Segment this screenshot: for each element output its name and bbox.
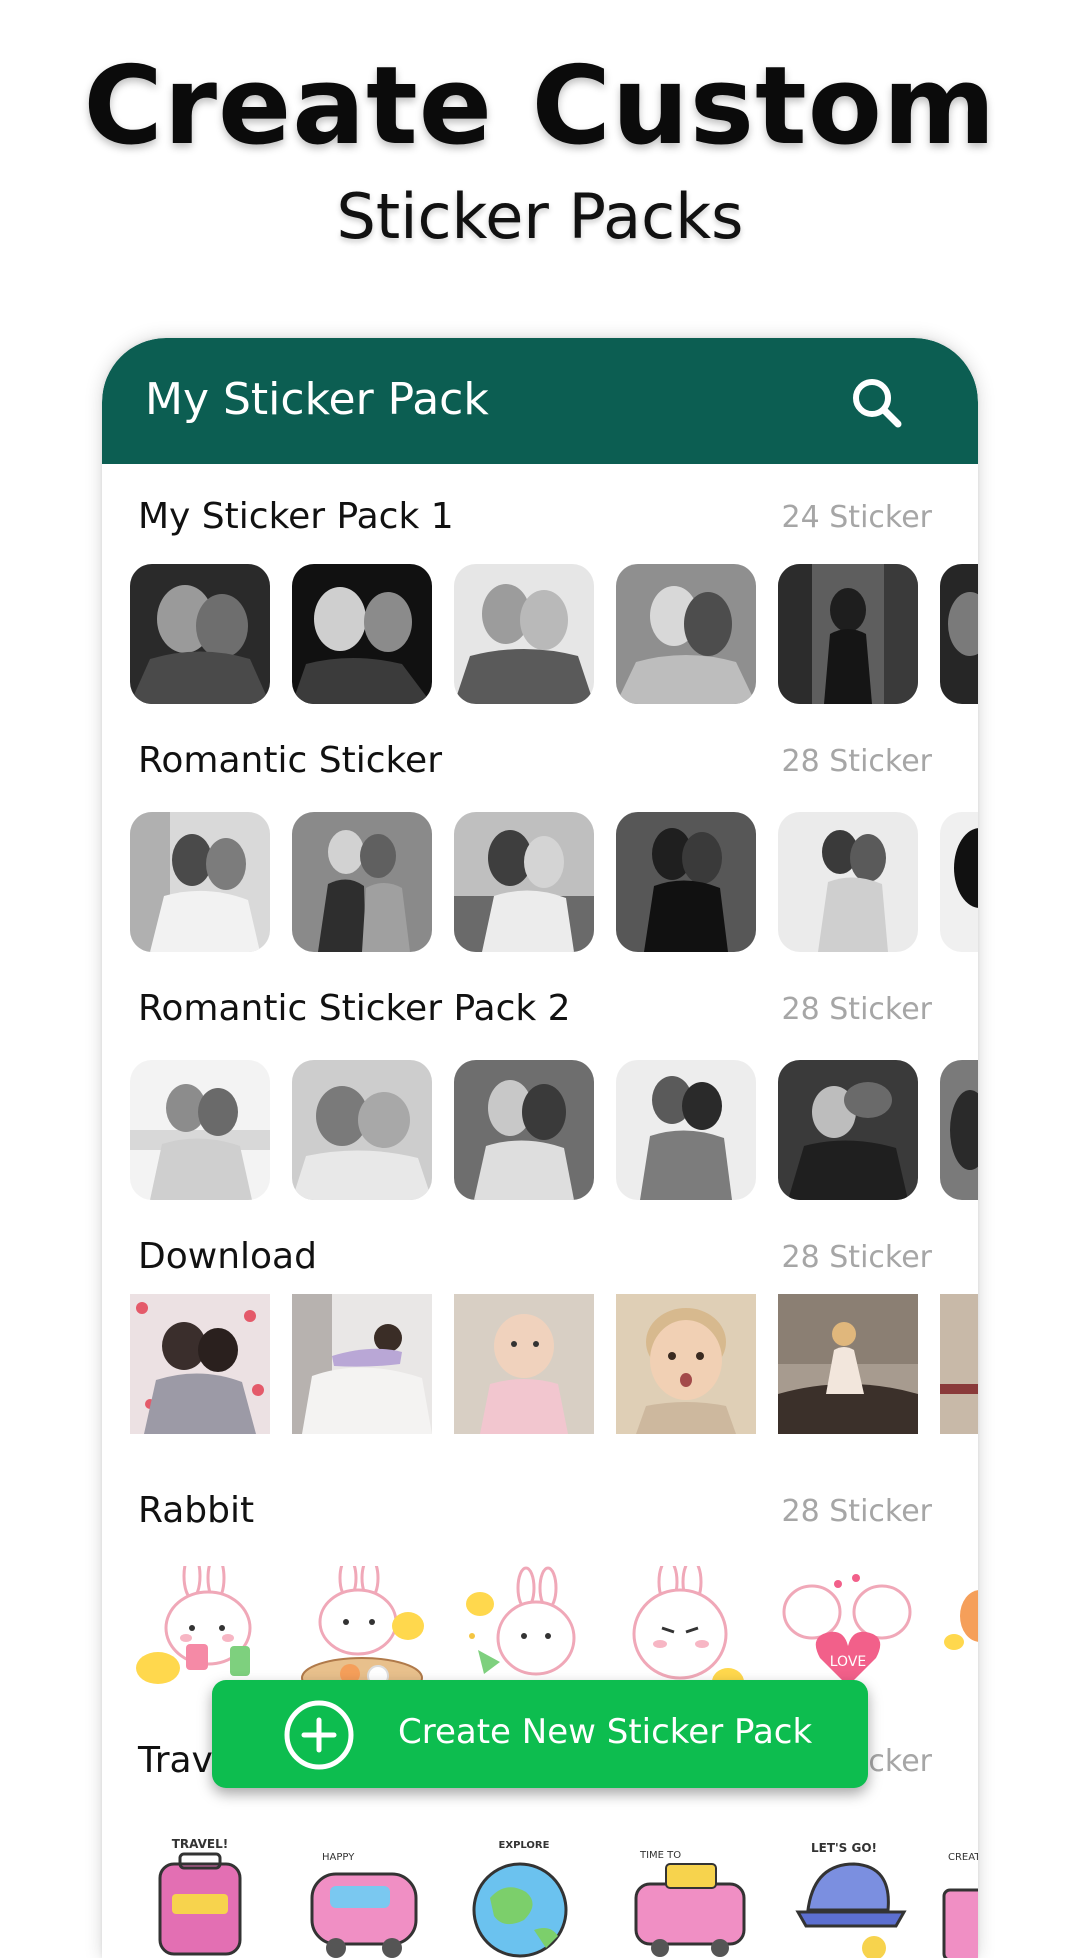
pack-thumbnails bbox=[126, 1060, 978, 1200]
svg-text:LOVE: LOVE bbox=[830, 1654, 867, 1670]
sticker-thumbnail[interactable] bbox=[940, 1060, 978, 1200]
sticker-thumbnail[interactable] bbox=[454, 1294, 594, 1434]
sticker-thumbnail[interactable]: LET'S GO! bbox=[778, 1830, 918, 1958]
app-bar-title: My Sticker Pack bbox=[145, 374, 489, 425]
pack-count: 28 Sticker bbox=[781, 1240, 932, 1275]
sticker-thumbnail[interactable]: EXPLORE bbox=[454, 1830, 594, 1958]
sticker-thumbnail[interactable] bbox=[454, 812, 594, 952]
sticker-thumbnail[interactable]: TIME TO bbox=[616, 1830, 756, 1958]
svg-text:LET'S GO!: LET'S GO! bbox=[811, 1841, 877, 1855]
sticker-thumbnail[interactable] bbox=[130, 1294, 270, 1434]
sticker-thumbnail[interactable] bbox=[292, 564, 432, 704]
pack-thumbnails: TRAVEL! HAPPY EXPLORE TIME TO LET'S GO! … bbox=[126, 1830, 978, 1958]
app-bar: My Sticker Pack bbox=[102, 338, 978, 464]
create-new-sticker-pack-button[interactable]: Create New Sticker Pack bbox=[212, 1680, 868, 1788]
sticker-thumbnail[interactable] bbox=[454, 1060, 594, 1200]
sticker-pack-3[interactable]: Romantic Sticker Pack 2 28 Sticker bbox=[102, 988, 978, 1200]
pack-title: Trav bbox=[138, 1740, 213, 1781]
sticker-thumbnail[interactable] bbox=[616, 1060, 756, 1200]
sticker-thumbnail[interactable] bbox=[778, 1060, 918, 1200]
sticker-thumbnail[interactable] bbox=[130, 812, 270, 952]
sticker-thumbnail[interactable] bbox=[616, 564, 756, 704]
pack-thumbnails bbox=[126, 812, 978, 952]
sticker-thumbnail[interactable] bbox=[130, 1060, 270, 1200]
sticker-thumbnail[interactable] bbox=[940, 812, 978, 952]
svg-text:TRAVEL!: TRAVEL! bbox=[172, 1837, 229, 1851]
svg-text:EXPLORE: EXPLORE bbox=[499, 1840, 550, 1851]
sticker-pack-4[interactable]: Download 28 Sticker bbox=[102, 1236, 978, 1436]
pack-count: 24 Sticker bbox=[781, 500, 932, 535]
sticker-thumbnail[interactable] bbox=[778, 564, 918, 704]
sticker-thumbnail[interactable] bbox=[130, 564, 270, 704]
pack-title: My Sticker Pack 1 bbox=[138, 496, 454, 537]
pack-count: 28 Sticker bbox=[781, 992, 932, 1027]
pack-thumbnails bbox=[126, 1294, 978, 1434]
sticker-thumbnail[interactable] bbox=[778, 1294, 918, 1434]
sticker-thumbnail[interactable] bbox=[940, 1294, 978, 1434]
sticker-thumbnail[interactable] bbox=[292, 1060, 432, 1200]
pack-thumbnails bbox=[126, 564, 978, 704]
add-circle-icon bbox=[282, 1698, 356, 1772]
pack-title: Rabbit bbox=[138, 1490, 255, 1531]
svg-text:CREATE: CREATE bbox=[948, 1852, 978, 1863]
create-new-sticker-pack-label: Create New Sticker Pack bbox=[398, 1712, 813, 1752]
sticker-thumbnail[interactable] bbox=[616, 1294, 756, 1434]
sticker-pack-2[interactable]: Romantic Sticker 28 Sticker bbox=[102, 740, 978, 952]
search-icon[interactable] bbox=[848, 374, 904, 430]
sticker-thumbnail[interactable] bbox=[940, 564, 978, 704]
sticker-thumbnail[interactable] bbox=[940, 1566, 978, 1706]
sticker-thumbnail[interactable]: HAPPY bbox=[292, 1830, 432, 1958]
pack-count: cker bbox=[868, 1744, 932, 1779]
hero-subtitle: Sticker Packs bbox=[336, 180, 744, 253]
sticker-thumbnail[interactable] bbox=[616, 812, 756, 952]
sticker-pack-1[interactable]: My Sticker Pack 1 24 Sticker bbox=[102, 496, 978, 704]
sticker-thumbnail[interactable] bbox=[292, 1294, 432, 1434]
svg-text:TIME TO: TIME TO bbox=[639, 1850, 681, 1861]
sticker-thumbnail[interactable]: TRAVEL! bbox=[130, 1830, 270, 1958]
svg-text:HAPPY: HAPPY bbox=[322, 1852, 355, 1863]
sticker-thumbnail[interactable]: CREATE bbox=[940, 1830, 978, 1958]
sticker-thumbnail[interactable] bbox=[778, 812, 918, 952]
pack-title: Romantic Sticker bbox=[138, 740, 442, 781]
sticker-thumbnail[interactable] bbox=[454, 564, 594, 704]
pack-title: Download bbox=[138, 1236, 317, 1277]
pack-count: 28 Sticker bbox=[781, 1494, 932, 1529]
sticker-thumbnail[interactable] bbox=[292, 812, 432, 952]
pack-title: Romantic Sticker Pack 2 bbox=[138, 988, 571, 1029]
hero-title: Create Custom bbox=[83, 44, 997, 169]
pack-count: 28 Sticker bbox=[781, 744, 932, 779]
